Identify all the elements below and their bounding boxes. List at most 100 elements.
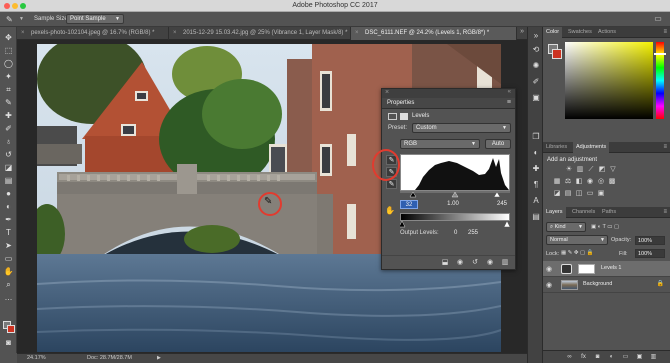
color-picker-field[interactable] bbox=[565, 42, 653, 119]
output-level-sliders[interactable] bbox=[400, 221, 510, 228]
preset-select[interactable]: Custom ▼ bbox=[412, 123, 511, 133]
output-black-field[interactable]: 0 bbox=[454, 230, 457, 236]
input-level-sliders[interactable] bbox=[400, 191, 510, 198]
close-icon[interactable]: × bbox=[173, 27, 177, 39]
background-color-swatch[interactable] bbox=[7, 325, 15, 333]
chevron-down-icon[interactable]: ▼ bbox=[19, 16, 24, 22]
eyedropper-tool-preset-icon[interactable]: ✎ bbox=[6, 15, 16, 24]
shape-tool-icon[interactable]: ▭ bbox=[3, 254, 14, 264]
tab-color[interactable]: Color bbox=[543, 27, 563, 38]
libraries-panel-icon[interactable]: ❐ bbox=[531, 132, 541, 142]
panel-menu-icon[interactable]: ≡ bbox=[663, 142, 667, 153]
channel-mixer-icon[interactable]: ◎ bbox=[597, 178, 605, 186]
panel-menu-icon[interactable]: ≡ bbox=[507, 99, 511, 106]
path-selection-tool-icon[interactable]: ➤ bbox=[3, 241, 14, 251]
more-tabs-icon[interactable]: » bbox=[520, 28, 524, 35]
pen-tool-icon[interactable]: ✒ bbox=[3, 215, 14, 225]
layer-name[interactable]: Background bbox=[583, 281, 612, 287]
new-adjustment-layer-icon[interactable]: ◐ bbox=[607, 353, 616, 362]
brightness-contrast-icon[interactable]: ☀ bbox=[565, 166, 573, 174]
eyedropper-tool-icon[interactable]: ✎ bbox=[3, 98, 14, 108]
auto-button[interactable]: Auto bbox=[485, 139, 511, 149]
gradient-map-icon[interactable]: ▭ bbox=[586, 190, 594, 198]
background-color-chip[interactable] bbox=[552, 49, 562, 59]
channel-select[interactable]: RGB ▼ bbox=[400, 139, 480, 149]
type-tool-icon[interactable]: T bbox=[3, 228, 14, 238]
tab-libraries[interactable]: Libraries bbox=[543, 142, 570, 153]
layer-row-background[interactable]: ◉ Background 🔒 bbox=[543, 277, 670, 293]
color-panel-icon[interactable]: ✺ bbox=[531, 61, 541, 71]
layer-row-levels[interactable]: ◉ Levels 1 bbox=[543, 261, 670, 277]
delete-icon[interactable]: ▥ bbox=[500, 259, 510, 267]
delete-layer-icon[interactable]: ▥ bbox=[649, 353, 658, 362]
output-white-field[interactable]: 255 bbox=[468, 230, 478, 236]
panel-menu-icon[interactable]: ≡ bbox=[663, 207, 667, 218]
clip-to-layer-icon[interactable]: ⬓ bbox=[440, 259, 450, 267]
quick-select-tool-icon[interactable]: ✦ bbox=[3, 72, 14, 82]
properties-header[interactable]: × « bbox=[382, 89, 515, 98]
layer-name[interactable]: Levels 1 bbox=[601, 265, 622, 271]
vibrance-icon[interactable]: ▽ bbox=[609, 166, 617, 174]
add-mask-icon[interactable]: ◙ bbox=[593, 353, 602, 362]
color-lookup-icon[interactable]: ▩ bbox=[608, 178, 616, 186]
input-black-field[interactable]: 32 bbox=[400, 200, 418, 209]
input-gamma-field[interactable]: 1.00 bbox=[444, 200, 462, 209]
brush-tool-icon[interactable]: ✐ bbox=[3, 124, 14, 134]
close-icon[interactable]: × bbox=[385, 89, 389, 96]
layer-filter-icons[interactable]: ▣ ◐ T ▭ ▢ bbox=[591, 224, 619, 230]
curves-icon[interactable]: ⟋ bbox=[587, 166, 595, 174]
layer-filter-select[interactable]: ⌕ Kind ▼ bbox=[546, 222, 586, 232]
eye-icon[interactable]: ◉ bbox=[546, 281, 552, 289]
tab-channels[interactable]: Channels bbox=[569, 207, 598, 218]
quick-mask-icon[interactable]: ◙ bbox=[3, 338, 14, 348]
properties-title[interactable]: Properties bbox=[387, 100, 414, 106]
threshold-icon[interactable]: ◫ bbox=[575, 190, 583, 198]
invert-icon[interactable]: ◪ bbox=[553, 190, 561, 198]
hue-saturation-icon[interactable]: ▦ bbox=[553, 178, 561, 186]
history-brush-tool-icon[interactable]: ↺ bbox=[3, 150, 14, 160]
eye-icon[interactable]: ◉ bbox=[546, 265, 552, 273]
exposure-icon[interactable]: ◩ bbox=[598, 166, 606, 174]
panel-menu-icon[interactable]: ≡ bbox=[663, 27, 667, 38]
collapse-icon[interactable]: « bbox=[508, 89, 511, 95]
targeted-adjustment-hand-icon[interactable]: ✋ bbox=[385, 206, 395, 215]
layer-style-icon[interactable]: fx bbox=[579, 353, 588, 362]
layers-panel-icon[interactable]: ▤ bbox=[531, 212, 541, 222]
blur-tool-icon[interactable]: ● bbox=[3, 189, 14, 199]
selective-color-icon[interactable]: ▣ bbox=[597, 190, 605, 198]
status-menu-icon[interactable]: ▶ bbox=[157, 354, 161, 363]
marquee-tool-icon[interactable]: ⬚ bbox=[3, 46, 14, 56]
visibility-icon[interactable]: ◉ bbox=[485, 259, 495, 267]
color-balance-icon[interactable]: ⚖ bbox=[564, 178, 572, 186]
adjustments-panel-icon[interactable]: ◐ bbox=[531, 148, 541, 158]
tab-swatches[interactable]: Swatches bbox=[565, 27, 595, 38]
styles-panel-icon[interactable]: ✚ bbox=[531, 164, 541, 174]
character-panel-icon[interactable]: A bbox=[531, 196, 541, 206]
input-white-field[interactable]: 245 bbox=[493, 200, 511, 209]
history-icon[interactable]: ⟲ bbox=[531, 45, 541, 55]
zoom-level[interactable]: 24.17% bbox=[27, 354, 46, 363]
paragraph-panel-icon[interactable]: ¶ bbox=[531, 180, 541, 190]
workspace-switcher-icon[interactable]: ▭ bbox=[652, 14, 664, 24]
tab-paths[interactable]: Paths bbox=[599, 207, 619, 218]
reset-icon[interactable]: ↺ bbox=[470, 259, 480, 267]
gradient-tool-icon[interactable]: ▤ bbox=[3, 176, 14, 186]
more-tools-icon[interactable]: … bbox=[3, 293, 14, 303]
new-group-icon[interactable]: ▭ bbox=[621, 353, 630, 362]
lasso-tool-icon[interactable]: ◯ bbox=[3, 59, 14, 69]
move-tool-icon[interactable]: ✥ bbox=[3, 33, 14, 43]
doc-tab-2015[interactable]: × 2015-12-29 15.03.42.jpg @ 25% (Vibranc… bbox=[169, 27, 351, 40]
fill-field[interactable]: 100% bbox=[635, 249, 665, 258]
eraser-tool-icon[interactable]: ◪ bbox=[3, 163, 14, 173]
levels-adjustment-icon[interactable]: ▥ bbox=[576, 166, 584, 174]
hue-slider-thumb[interactable] bbox=[654, 53, 666, 55]
doc-tab-dsc6111[interactable]: × DSC_6111.NEF @ 24.2% (Levels 1, RGB/8*… bbox=[351, 27, 517, 40]
dock-collapse-icon[interactable]: » bbox=[531, 31, 541, 41]
lock-icons[interactable]: ▦ ✎ ✥ ▢ 🔒 bbox=[561, 250, 594, 256]
opacity-field[interactable]: 100% bbox=[635, 236, 665, 245]
zoom-tool-icon[interactable]: ⌕ bbox=[3, 280, 14, 290]
brush-panel-icon[interactable]: ✐ bbox=[531, 77, 541, 87]
close-icon[interactable]: × bbox=[355, 27, 359, 39]
sample-size-select[interactable]: Point Sample ▼ bbox=[66, 14, 124, 24]
link-layers-icon[interactable]: ∞ bbox=[565, 353, 574, 362]
